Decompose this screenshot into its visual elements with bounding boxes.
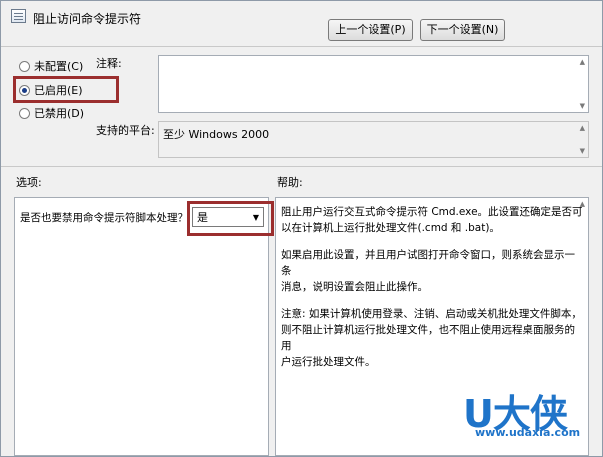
platform-value: 至少 Windows 2000 — [163, 128, 270, 141]
help-line: 如果启用此设置，并且用户试图打开命令窗口，则系统会显示一条 — [281, 249, 575, 277]
section-divider — [1, 166, 602, 167]
help-line: 注意: 如果计算机使用登录、注销、启动或关机批处理文件脚本， — [281, 308, 582, 320]
help-line: 户运行批处理文件。 — [281, 356, 376, 368]
select-value: 是 — [197, 211, 208, 224]
previous-setting-button[interactable]: 上一个设置(P) — [328, 19, 413, 41]
radio-enabled[interactable]: 已启用(E) — [19, 82, 83, 98]
radio-circle[interactable] — [19, 84, 30, 96]
radio-label: 已启用(E) — [34, 84, 83, 97]
help-paragraph: 注意: 如果计算机使用登录、注销、启动或关机批处理文件脚本， 则不阻止计算机运行… — [281, 306, 584, 370]
policy-setting-icon — [11, 9, 26, 23]
help-line: 阻止用户运行交互式命令提示符 Cmd.exe。此设置还确定是否可 — [281, 206, 583, 218]
scroll-up-arrow-icon[interactable]: ▲ — [580, 200, 585, 208]
help-line: 则不阻止计算机运行批处理文件，也不阻止使用远程桌面服务的用 — [281, 324, 575, 352]
title-divider — [1, 46, 602, 47]
help-paragraph: 阻止用户运行交互式命令提示符 Cmd.exe。此设置还确定是否可 以在计算机上运… — [281, 204, 584, 236]
scroll-down-arrow-icon[interactable]: ▼ — [580, 147, 585, 155]
scroll-up-arrow-icon[interactable]: ▲ — [580, 58, 585, 66]
setting-title: 阻止访问命令提示符 — [33, 12, 142, 26]
dropdown-arrow-icon[interactable]: ▼ — [253, 213, 259, 222]
radio-label: 未配置(C) — [34, 60, 84, 73]
scroll-up-arrow-icon[interactable]: ▲ — [580, 124, 585, 132]
radio-label: 已禁用(D) — [34, 107, 85, 120]
scroll-down-arrow-icon[interactable]: ▼ — [580, 102, 585, 110]
comment-field[interactable]: ▲ ▼ — [158, 55, 589, 113]
script-processing-select[interactable]: 是 ▼ — [192, 207, 264, 227]
options-heading: 选项: — [16, 176, 42, 189]
help-heading: 帮助: — [277, 176, 303, 189]
radio-circle[interactable] — [19, 107, 30, 119]
platform-label: 支持的平台: — [96, 124, 155, 137]
radio-not-configured[interactable]: 未配置(C) — [19, 58, 83, 74]
help-line: 以在计算机上运行批处理文件(.cmd 和 .bat)。 — [281, 222, 500, 234]
radio-disabled[interactable]: 已禁用(D) — [19, 105, 84, 121]
script-processing-question: 是否也要禁用命令提示符脚本处理？ — [20, 212, 188, 224]
platform-field: 至少 Windows 2000 ▲ ▼ — [158, 121, 589, 158]
next-setting-button[interactable]: 下一个设置(N) — [420, 19, 505, 41]
help-paragraph: 如果启用此设置，并且用户试图打开命令窗口，则系统会显示一条 消息，说明设置会阻止… — [281, 247, 584, 295]
help-line: 消息，说明设置会阻止此操作。 — [281, 281, 428, 293]
comment-label: 注释: — [96, 57, 122, 70]
radio-circle[interactable] — [19, 60, 30, 72]
policy-dialog: 阻止访问命令提示符 上一个设置(P) 下一个设置(N) 未配置(C) 已启用(E… — [0, 0, 603, 457]
udaxia-url: www.udaxia.com — [475, 426, 581, 439]
